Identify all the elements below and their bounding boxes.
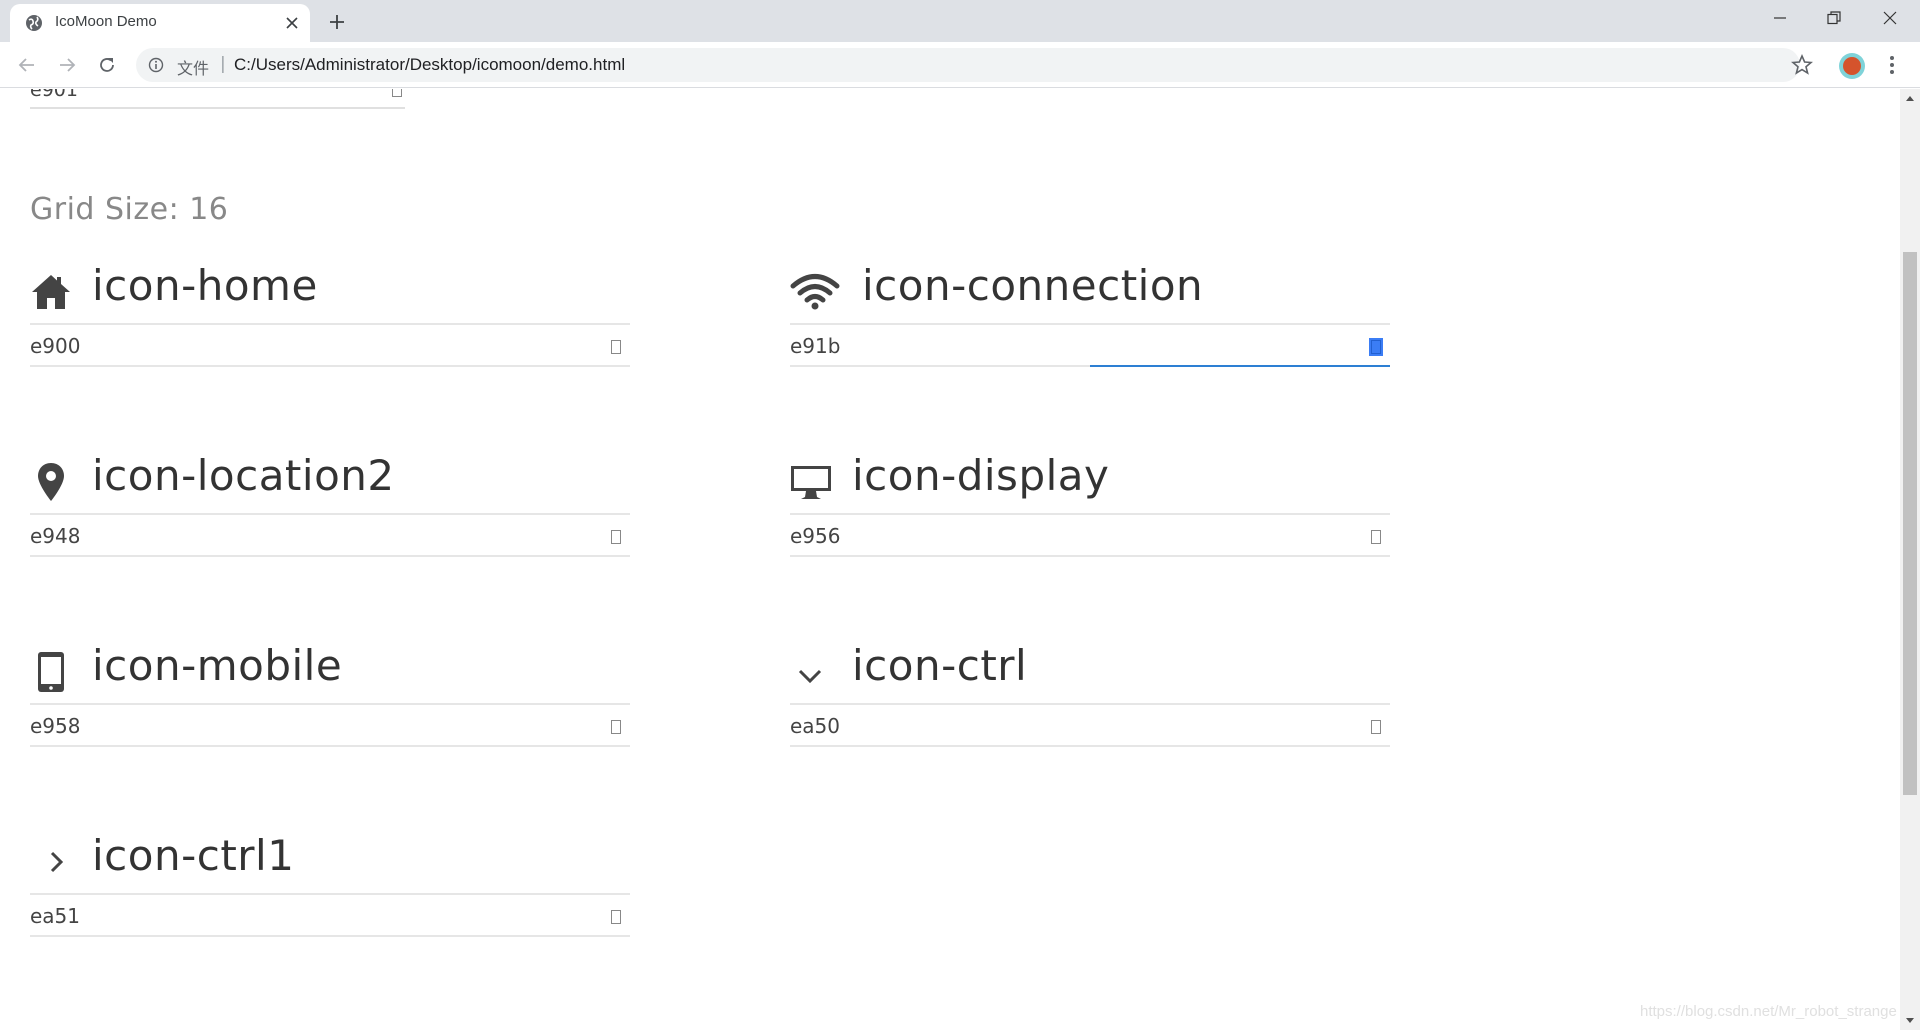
glyph-name: icon-ctrl1: [92, 831, 295, 880]
url-scheme-label: 文件: [177, 61, 210, 78]
browser-titlebar: IcoMoon Demo: [0, 0, 1920, 42]
watermark: https://blog.csdn.net/Mr_robot_strange: [1640, 1003, 1897, 1020]
glyph-code: ea51: [30, 904, 81, 928]
glyph-code-field[interactable]: e900: [30, 327, 630, 367]
chevron-down-icon: [790, 651, 832, 693]
window-minimize-button[interactable]: [1752, 0, 1808, 36]
reload-icon: [100, 58, 114, 72]
glyph-code: e91b: [790, 334, 841, 358]
profile-avatar-button[interactable]: [1839, 53, 1865, 79]
glyph-name: icon-mobile: [92, 641, 343, 690]
forward-button[interactable]: [51, 49, 83, 81]
url-text[interactable]: C:/Users/Administrator/Desktop/icomoon/d…: [234, 55, 625, 75]
arrow-left-icon: [18, 58, 34, 72]
glyph-code: e901: [30, 89, 78, 101]
tab-close-button[interactable]: [282, 13, 302, 33]
glyph-name: icon-home: [92, 261, 318, 310]
glyph-char-box[interactable]: [1371, 720, 1381, 734]
glyph-code-field[interactable]: e958: [30, 707, 630, 747]
glyph-header: icon-home: [30, 259, 630, 325]
address-bar[interactable]: 文件 | C:/Users/Administrator/Desktop/icom…: [136, 48, 1800, 82]
grid-size-heading: Grid Size: 16: [30, 192, 229, 227]
glyph-item: icon-mobile e958: [30, 639, 630, 759]
glyph-name: icon-ctrl: [852, 641, 1028, 690]
glyph-code: e948: [30, 524, 81, 548]
glyph-name: icon-location2: [92, 451, 395, 500]
info-icon[interactable]: [148, 57, 164, 73]
glyph-header: icon-connection: [790, 259, 1390, 325]
glyph-char-box[interactable]: [611, 340, 621, 354]
url-separator: |: [220, 54, 226, 74]
previous-glyph-code-field[interactable]: e901: [30, 89, 405, 109]
glyph-item: icon-connection e91b: [790, 259, 1390, 379]
arrow-right-icon: [60, 58, 76, 72]
scroll-up-button[interactable]: [1900, 89, 1920, 107]
glyph-header: icon-ctrl: [790, 639, 1390, 705]
globe-icon: [26, 15, 42, 31]
glyph-item: icon-ctrl1 ea51: [30, 829, 630, 949]
glyph-code: e958: [30, 714, 81, 738]
glyph-name: icon-connection: [862, 261, 1204, 310]
location-pin-icon: [30, 461, 72, 503]
mobile-phone-icon: [30, 651, 72, 693]
minimize-icon: [1774, 17, 1786, 19]
glyph-code-field[interactable]: ea50: [790, 707, 1390, 747]
glyph-code: e956: [790, 524, 841, 548]
glyph-item: icon-home e900: [30, 259, 630, 379]
browser-tab[interactable]: IcoMoon Demo: [10, 4, 310, 42]
triangle-down-icon: [1906, 1018, 1914, 1023]
triangle-up-icon: [1906, 96, 1914, 101]
glyph-item: icon-ctrl ea50: [790, 639, 1390, 759]
new-tab-button[interactable]: [324, 9, 350, 35]
glyph-char-box[interactable]: [1371, 530, 1381, 544]
restore-icon: [1827, 11, 1841, 25]
chevron-right-icon: [30, 841, 72, 883]
monitor-icon: [790, 461, 832, 503]
bookmark-star-icon[interactable]: [1790, 53, 1814, 77]
window-restore-button[interactable]: [1806, 0, 1862, 36]
reload-button[interactable]: [91, 49, 123, 81]
glyph-char-box[interactable]: [392, 89, 402, 97]
avatar: [1843, 57, 1861, 75]
glyph-code-field[interactable]: e91b: [790, 327, 1390, 367]
glyph-item: icon-location2 e948: [30, 449, 630, 569]
glyph-header: icon-mobile: [30, 639, 630, 705]
glyph-code: ea50: [790, 714, 841, 738]
vertical-scrollbar[interactable]: [1900, 89, 1920, 1030]
glyph-code-field[interactable]: e956: [790, 517, 1390, 557]
wifi-icon: [790, 271, 840, 313]
scroll-down-button[interactable]: [1900, 1012, 1920, 1030]
back-button[interactable]: [11, 49, 43, 81]
window-close-button[interactable]: [1862, 0, 1918, 36]
glyph-header: icon-display: [790, 449, 1390, 515]
home-icon: [30, 271, 72, 313]
glyph-code: e900: [30, 334, 81, 358]
glyph-name: icon-display: [852, 451, 1110, 500]
page-viewport: e901 Grid Size: 16 icon-home e900 icon-c…: [0, 89, 1900, 1030]
glyph-header: icon-ctrl1: [30, 829, 630, 895]
browser-toolbar: 文件 | C:/Users/Administrator/Desktop/icom…: [0, 42, 1920, 88]
plus-icon: [330, 15, 344, 29]
more-vertical-icon[interactable]: [1880, 53, 1904, 77]
glyph-char-box[interactable]: [611, 720, 621, 734]
glyph-char-box[interactable]: [1369, 338, 1383, 356]
close-icon: [1883, 11, 1897, 25]
tab-title: IcoMoon Demo: [55, 13, 157, 30]
glyph-code-field[interactable]: ea51: [30, 897, 630, 937]
glyph-item: icon-display e956: [790, 449, 1390, 569]
glyph-char-box[interactable]: [611, 910, 621, 924]
glyph-char-box[interactable]: [611, 530, 621, 544]
scrollbar-thumb[interactable]: [1903, 252, 1917, 795]
glyph-header: icon-location2: [30, 449, 630, 515]
glyph-code-field[interactable]: e948: [30, 517, 630, 557]
close-icon: [286, 17, 298, 29]
